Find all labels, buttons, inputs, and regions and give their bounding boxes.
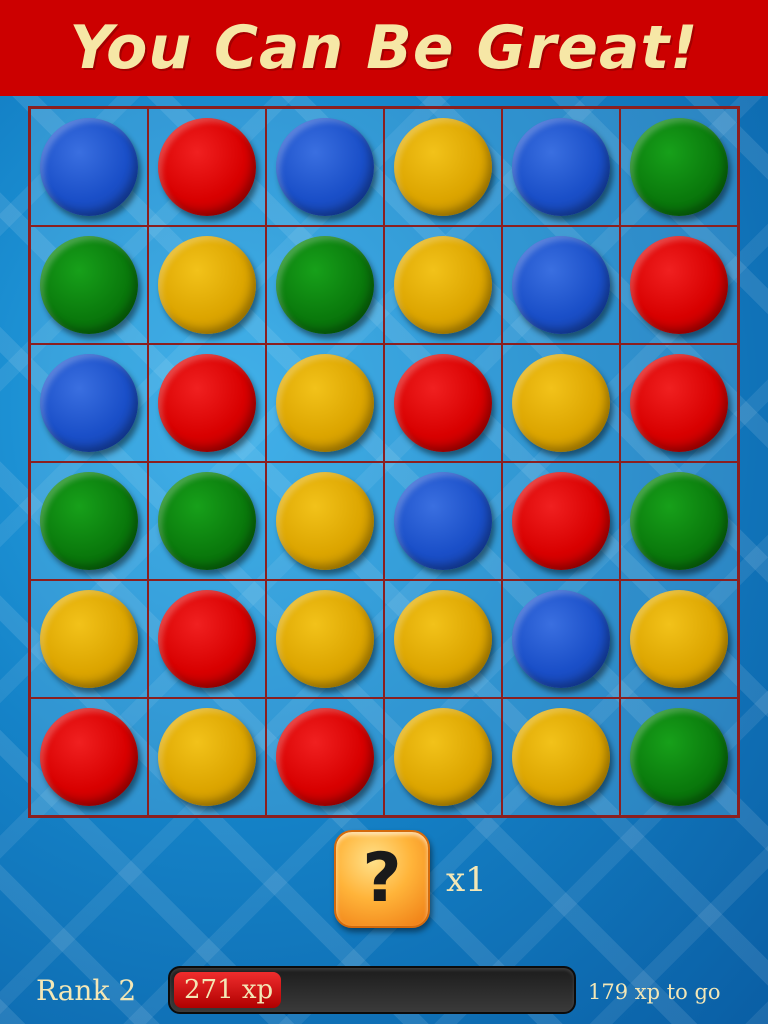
board-cell[interactable] bbox=[620, 580, 738, 698]
yellow-piece[interactable] bbox=[630, 590, 728, 688]
board-cell[interactable] bbox=[384, 344, 502, 462]
green-piece[interactable] bbox=[40, 236, 138, 334]
hint-button[interactable]: ? bbox=[334, 830, 430, 928]
green-piece[interactable] bbox=[276, 236, 374, 334]
board-cell[interactable] bbox=[384, 108, 502, 226]
blue-piece[interactable] bbox=[512, 236, 610, 334]
board-cell[interactable] bbox=[384, 226, 502, 344]
board-cell[interactable] bbox=[148, 344, 266, 462]
board-cell[interactable] bbox=[502, 580, 620, 698]
blue-piece[interactable] bbox=[394, 472, 492, 570]
yellow-piece[interactable] bbox=[512, 354, 610, 452]
yellow-piece[interactable] bbox=[276, 590, 374, 688]
rank-label: Rank 2 bbox=[36, 974, 137, 1007]
board-cell[interactable] bbox=[620, 698, 738, 816]
board-cell[interactable] bbox=[266, 698, 384, 816]
green-piece[interactable] bbox=[630, 118, 728, 216]
yellow-piece[interactable] bbox=[158, 236, 256, 334]
board-cell[interactable] bbox=[502, 698, 620, 816]
red-piece[interactable] bbox=[394, 354, 492, 452]
title-banner: You Can Be Great! bbox=[0, 0, 768, 96]
question-mark-icon: ? bbox=[362, 839, 402, 918]
board-cell[interactable] bbox=[620, 462, 738, 580]
green-piece[interactable] bbox=[630, 708, 728, 806]
board-cell[interactable] bbox=[502, 226, 620, 344]
red-piece[interactable] bbox=[158, 118, 256, 216]
board-cell[interactable] bbox=[266, 462, 384, 580]
red-piece[interactable] bbox=[630, 354, 728, 452]
board-cell[interactable] bbox=[502, 108, 620, 226]
board-cell[interactable] bbox=[30, 580, 148, 698]
yellow-piece[interactable] bbox=[158, 708, 256, 806]
board-cell[interactable] bbox=[620, 344, 738, 462]
green-piece[interactable] bbox=[40, 472, 138, 570]
green-piece[interactable] bbox=[158, 472, 256, 570]
board-cell[interactable] bbox=[384, 462, 502, 580]
green-piece[interactable] bbox=[630, 472, 728, 570]
yellow-piece[interactable] bbox=[394, 590, 492, 688]
board-cell[interactable] bbox=[384, 580, 502, 698]
red-piece[interactable] bbox=[630, 236, 728, 334]
yellow-piece[interactable] bbox=[394, 236, 492, 334]
board-cell[interactable] bbox=[266, 226, 384, 344]
xp-progress-bar: 271 xp bbox=[168, 966, 576, 1014]
board-cell[interactable] bbox=[148, 462, 266, 580]
blue-piece[interactable] bbox=[40, 118, 138, 216]
banner-title: You Can Be Great! bbox=[69, 13, 699, 83]
blue-piece[interactable] bbox=[512, 590, 610, 688]
board-cell[interactable] bbox=[148, 108, 266, 226]
game-board bbox=[28, 106, 740, 818]
board-cell[interactable] bbox=[620, 226, 738, 344]
red-piece[interactable] bbox=[40, 708, 138, 806]
board-cell[interactable] bbox=[148, 580, 266, 698]
blue-piece[interactable] bbox=[40, 354, 138, 452]
board-cell[interactable] bbox=[30, 462, 148, 580]
yellow-piece[interactable] bbox=[40, 590, 138, 688]
yellow-piece[interactable] bbox=[394, 118, 492, 216]
board-cell[interactable] bbox=[30, 344, 148, 462]
board-cell[interactable] bbox=[30, 108, 148, 226]
board-cell[interactable] bbox=[148, 226, 266, 344]
board-cell[interactable] bbox=[502, 462, 620, 580]
board-cell[interactable] bbox=[266, 344, 384, 462]
board-cell[interactable] bbox=[30, 226, 148, 344]
board-cell[interactable] bbox=[266, 108, 384, 226]
yellow-piece[interactable] bbox=[276, 354, 374, 452]
board-cell[interactable] bbox=[30, 698, 148, 816]
yellow-piece[interactable] bbox=[276, 472, 374, 570]
blue-piece[interactable] bbox=[512, 118, 610, 216]
red-piece[interactable] bbox=[276, 708, 374, 806]
blue-piece[interactable] bbox=[276, 118, 374, 216]
board-cell[interactable] bbox=[502, 344, 620, 462]
red-piece[interactable] bbox=[158, 590, 256, 688]
xp-remaining: 179 xp to go bbox=[588, 980, 721, 1004]
xp-value: 271 xp bbox=[184, 975, 274, 1005]
board-cell[interactable] bbox=[384, 698, 502, 816]
board-cell[interactable] bbox=[620, 108, 738, 226]
board-cell[interactable] bbox=[148, 698, 266, 816]
hint-count: x1 bbox=[446, 860, 487, 900]
red-piece[interactable] bbox=[158, 354, 256, 452]
yellow-piece[interactable] bbox=[512, 708, 610, 806]
red-piece[interactable] bbox=[512, 472, 610, 570]
board-cell[interactable] bbox=[266, 580, 384, 698]
yellow-piece[interactable] bbox=[394, 708, 492, 806]
